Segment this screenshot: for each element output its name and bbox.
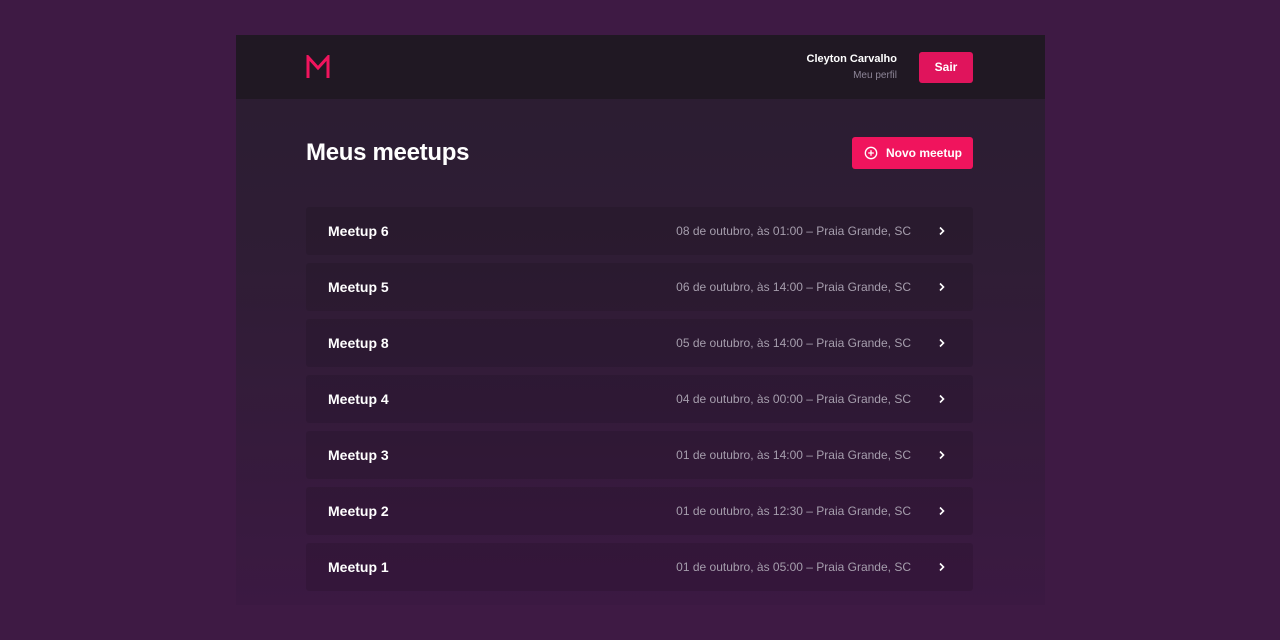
new-meetup-button[interactable]: Novo meetup	[851, 137, 973, 169]
profile-link[interactable]: Meu perfil	[853, 69, 897, 83]
chevron-right-icon	[939, 282, 945, 292]
meetup-date: 01 de outubro, às 12:30 – Praia Grande, …	[676, 504, 911, 518]
add-circle-icon	[864, 146, 878, 160]
meetup-item[interactable]: Meetup 4 04 de outubro, às 00:00 – Praia…	[306, 375, 973, 423]
app-window: Cleyton Carvalho Meu perfil Sair Meus me…	[236, 35, 1045, 605]
meetup-title: Meetup 6	[328, 223, 389, 239]
chevron-right-icon	[939, 394, 945, 404]
meetup-title: Meetup 4	[328, 391, 389, 407]
meetup-item[interactable]: Meetup 5 06 de outubro, às 14:00 – Praia…	[306, 263, 973, 311]
meetup-date: 08 de outubro, às 01:00 – Praia Grande, …	[676, 224, 911, 238]
meetup-item[interactable]: Meetup 8 05 de outubro, às 14:00 – Praia…	[306, 319, 973, 367]
meetup-item[interactable]: Meetup 2 01 de outubro, às 12:30 – Praia…	[306, 487, 973, 535]
meetup-title: Meetup 3	[328, 447, 389, 463]
chevron-right-icon	[939, 450, 945, 460]
user-profile: Cleyton Carvalho Meu perfil	[807, 52, 897, 83]
meetup-list: Meetup 6 08 de outubro, às 01:00 – Praia…	[306, 207, 973, 591]
logout-button[interactable]: Sair	[919, 51, 973, 83]
chevron-right-icon	[939, 562, 945, 572]
page-title: Meus meetups	[306, 139, 470, 166]
meetup-item[interactable]: Meetup 1 01 de outubro, às 05:00 – Praia…	[306, 543, 973, 591]
meetup-date: 06 de outubro, às 14:00 – Praia Grande, …	[676, 280, 911, 294]
chevron-right-icon	[939, 226, 945, 236]
meetup-date: 05 de outubro, às 14:00 – Praia Grande, …	[676, 336, 911, 350]
meetup-title: Meetup 1	[328, 559, 389, 575]
meetup-title: Meetup 2	[328, 503, 389, 519]
meetup-title: Meetup 8	[328, 335, 389, 351]
chevron-right-icon	[939, 338, 945, 348]
page-header: Meus meetups Novo meetup	[306, 137, 973, 169]
meetup-item[interactable]: Meetup 3 01 de outubro, às 14:00 – Praia…	[306, 431, 973, 479]
meetup-date: 01 de outubro, às 14:00 – Praia Grande, …	[676, 448, 911, 462]
chevron-right-icon	[939, 506, 945, 516]
meetup-date: 01 de outubro, às 05:00 – Praia Grande, …	[676, 560, 911, 574]
meetapp-logo-icon[interactable]	[306, 55, 330, 79]
main-content: Meus meetups Novo meetup Meetup 6 08 de …	[236, 137, 1045, 591]
meetup-date: 04 de outubro, às 00:00 – Praia Grande, …	[676, 392, 911, 406]
meetup-title: Meetup 5	[328, 279, 389, 295]
top-bar: Cleyton Carvalho Meu perfil Sair	[236, 35, 1045, 99]
meetup-item[interactable]: Meetup 6 08 de outubro, às 01:00 – Praia…	[306, 207, 973, 255]
new-meetup-label: Novo meetup	[885, 146, 962, 160]
user-name: Cleyton Carvalho	[806, 52, 897, 65]
